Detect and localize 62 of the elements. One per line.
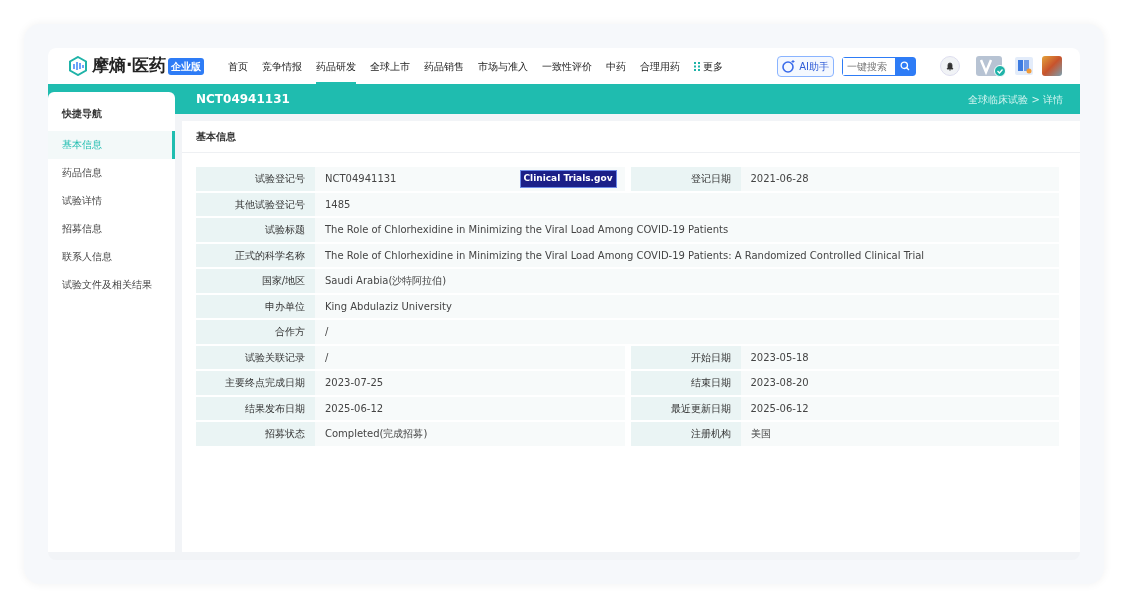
field-label: 申办单位 <box>196 294 315 318</box>
bell-icon[interactable] <box>940 56 960 76</box>
sidebar-title: 快捷导航 <box>60 107 103 121</box>
sidebar-item[interactable]: 试验文件及相关结果 <box>48 271 175 299</box>
field-label: 合作方 <box>196 320 315 344</box>
value-text: 1485 <box>325 197 351 212</box>
value-text: Completed(完成招募) <box>325 427 428 442</box>
registry-badge[interactable]: Clinical Trials.gov <box>519 170 617 188</box>
field-label: 招募状态 <box>196 422 315 446</box>
field-label: 最近更新日期 <box>630 396 741 420</box>
search-field[interactable]: 一键搜索 <box>842 56 916 76</box>
field-label: 登记日期 <box>630 167 741 191</box>
page-title: NCT04941131 <box>196 91 290 108</box>
field-label: 试验关联记录 <box>196 345 315 369</box>
value-text: The Role of Chlorhexidine in Minimizing the Viral Load Among COVID-19 Patients <box>325 223 729 238</box>
nav-tab[interactable]: 更多 <box>694 48 724 84</box>
nav-tab[interactable]: 合理用药 <box>640 48 681 84</box>
value-text: Saudi Arabia(沙特阿拉伯) <box>325 274 447 289</box>
field-label: 正式的科学名称 <box>196 243 315 267</box>
avatar-image[interactable] <box>1042 56 1062 76</box>
sidebar-item[interactable]: 试验详情 <box>48 187 175 215</box>
value-text: / <box>325 350 329 365</box>
ai-icon <box>782 59 796 73</box>
value-text: 2023-08-20 <box>750 376 809 391</box>
value-text: / <box>325 325 329 340</box>
sidebar-item[interactable]: 药品信息 <box>48 159 175 187</box>
nav-tab[interactable]: 市场与准入 <box>478 48 529 84</box>
nav-tab[interactable]: 药品销售 <box>424 48 465 84</box>
nav-tab[interactable]: 竞争情报 <box>262 48 303 84</box>
field-label: 其他试验登记号 <box>196 192 315 216</box>
book-icon[interactable] <box>1014 56 1034 76</box>
edition-label: 企业版 <box>168 57 205 75</box>
field-label: 试验登记号 <box>196 167 315 191</box>
grid-dots-icon <box>694 61 701 71</box>
ai-assistant-button[interactable]: AI助手 <box>777 55 834 77</box>
value-text: 2025-06-12 <box>750 401 809 416</box>
brand-name: 摩熵·医药 <box>92 54 167 78</box>
field-label: 主要终点完成日期 <box>196 371 315 395</box>
search-icon[interactable] <box>895 57 915 75</box>
sidebar-item[interactable]: 招募信息 <box>48 215 175 243</box>
field-label: 注册机构 <box>630 422 741 446</box>
vip-badge-icon[interactable] <box>976 55 1006 77</box>
nav-tab[interactable]: 全球上市 <box>370 48 411 84</box>
field-label: 试验标题 <box>196 218 315 242</box>
value-text: 2023-07-25 <box>325 376 384 391</box>
value-text: 2025-06-12 <box>325 401 384 416</box>
value-text: 2023-05-18 <box>750 350 809 365</box>
nav-tab[interactable]: 首页 <box>228 48 249 84</box>
nav-tab[interactable]: 中药 <box>606 48 627 84</box>
sidebar-item[interactable]: 联系人信息 <box>48 243 175 271</box>
value-text: The Role of Chlorhexidine in Minimizing the Viral Load Among COVID-19 Patients: A Randomized Controlled Clinical Trial <box>325 248 925 263</box>
section-title: 基本信息 <box>182 121 1080 153</box>
value-text: 2021-06-28 <box>750 172 809 187</box>
field-label: 结果发布日期 <box>196 396 315 420</box>
logo-icon <box>68 56 88 76</box>
value-text: King Abdulaziz University <box>325 299 452 314</box>
value-text: NCT04941131 <box>325 172 397 187</box>
nav-tab[interactable]: 一致性评价 <box>542 48 593 84</box>
field-label: 国家/地区 <box>196 269 315 293</box>
value-text: 美国 <box>750 427 771 442</box>
field-label: 开始日期 <box>630 345 741 369</box>
field-label: 结束日期 <box>630 371 741 395</box>
